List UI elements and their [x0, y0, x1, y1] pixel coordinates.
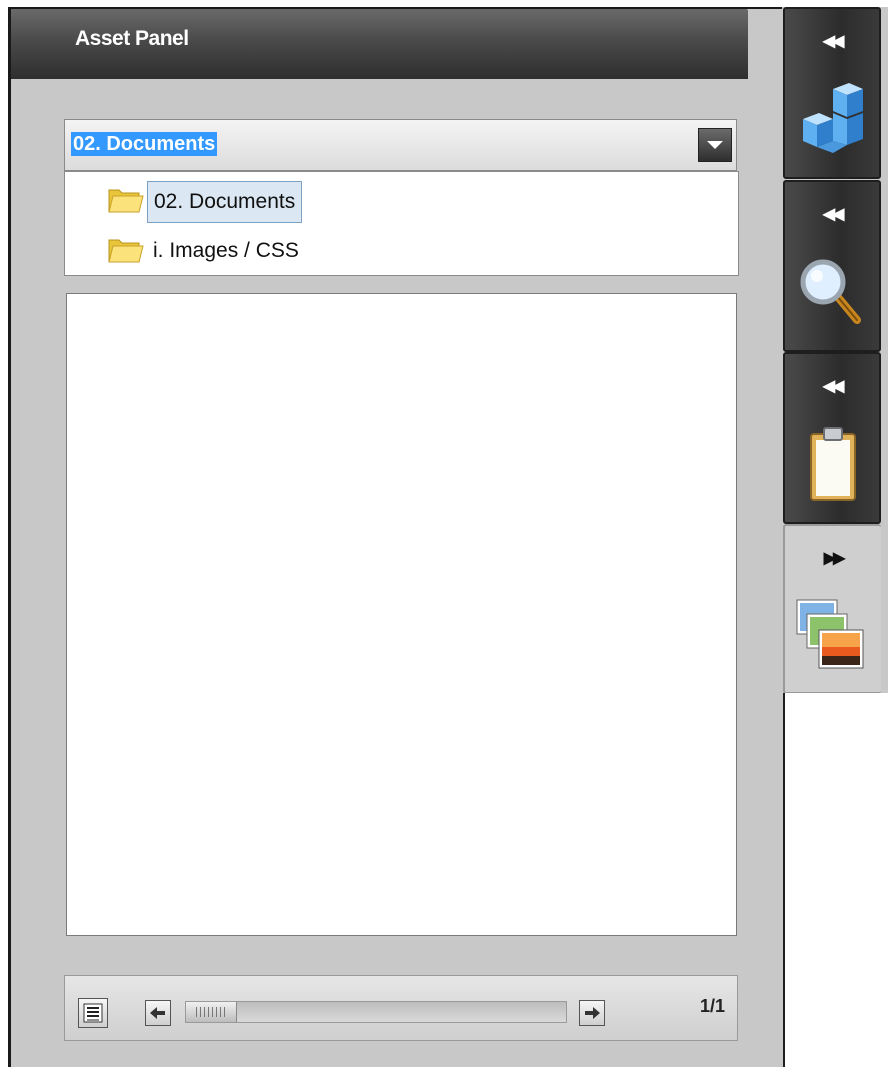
pager-bar: 1/1: [64, 975, 738, 1041]
tree-item-label: i. Images / CSS: [153, 239, 299, 262]
application-frame: Asset Panel 02. Documents 02. Documents: [0, 0, 888, 1067]
dock-tab-clipboard[interactable]: ◀◀: [783, 352, 881, 524]
folder-icon: [108, 239, 144, 263]
dock-empty-area: [783, 693, 888, 1067]
list-icon: [83, 1003, 103, 1023]
folder-select-value[interactable]: 02. Documents: [71, 132, 218, 156]
asset-panel: Asset Panel 02. Documents 02. Documents: [8, 7, 782, 1067]
asset-list-area[interactable]: [66, 293, 737, 936]
panel-title: Asset Panel: [75, 27, 189, 50]
clipboard-icon: [810, 427, 856, 501]
folder-icon: [108, 189, 144, 213]
list-view-button[interactable]: [78, 998, 108, 1028]
panel-header: Asset Panel: [11, 9, 748, 79]
page-indicator: 1/1: [699, 996, 725, 1016]
collapse-arrows[interactable]: ◀◀: [785, 376, 879, 396]
scroll-thumb[interactable]: [186, 1002, 237, 1022]
folder-select[interactable]: 02. Documents: [64, 119, 737, 171]
arrow-left-icon: [150, 1007, 165, 1019]
cubes-icon: [803, 83, 863, 153]
page-scrollbar[interactable]: [185, 1001, 567, 1023]
dropdown-toggle-button[interactable]: [698, 128, 732, 162]
next-page-button[interactable]: [579, 1000, 605, 1026]
images-icon: [796, 599, 864, 669]
arrow-right-icon: [585, 1007, 600, 1019]
collapse-arrows[interactable]: ◀◀: [785, 31, 879, 51]
folder-tree: 02. Documents i. Images / CSS: [64, 171, 739, 276]
tree-item-label: 02. Documents: [147, 181, 303, 223]
dock-tab-components[interactable]: ◀◀: [783, 7, 881, 179]
chevron-down-icon: [707, 141, 723, 149]
previous-page-button[interactable]: [145, 1000, 171, 1026]
dock-tab-assets[interactable]: ▶▶: [783, 524, 881, 694]
expand-arrows[interactable]: ▶▶: [785, 548, 881, 568]
dock-tab-search[interactable]: ◀◀: [783, 180, 881, 352]
collapse-arrows[interactable]: ◀◀: [785, 204, 879, 224]
magnifier-icon: [800, 259, 861, 324]
